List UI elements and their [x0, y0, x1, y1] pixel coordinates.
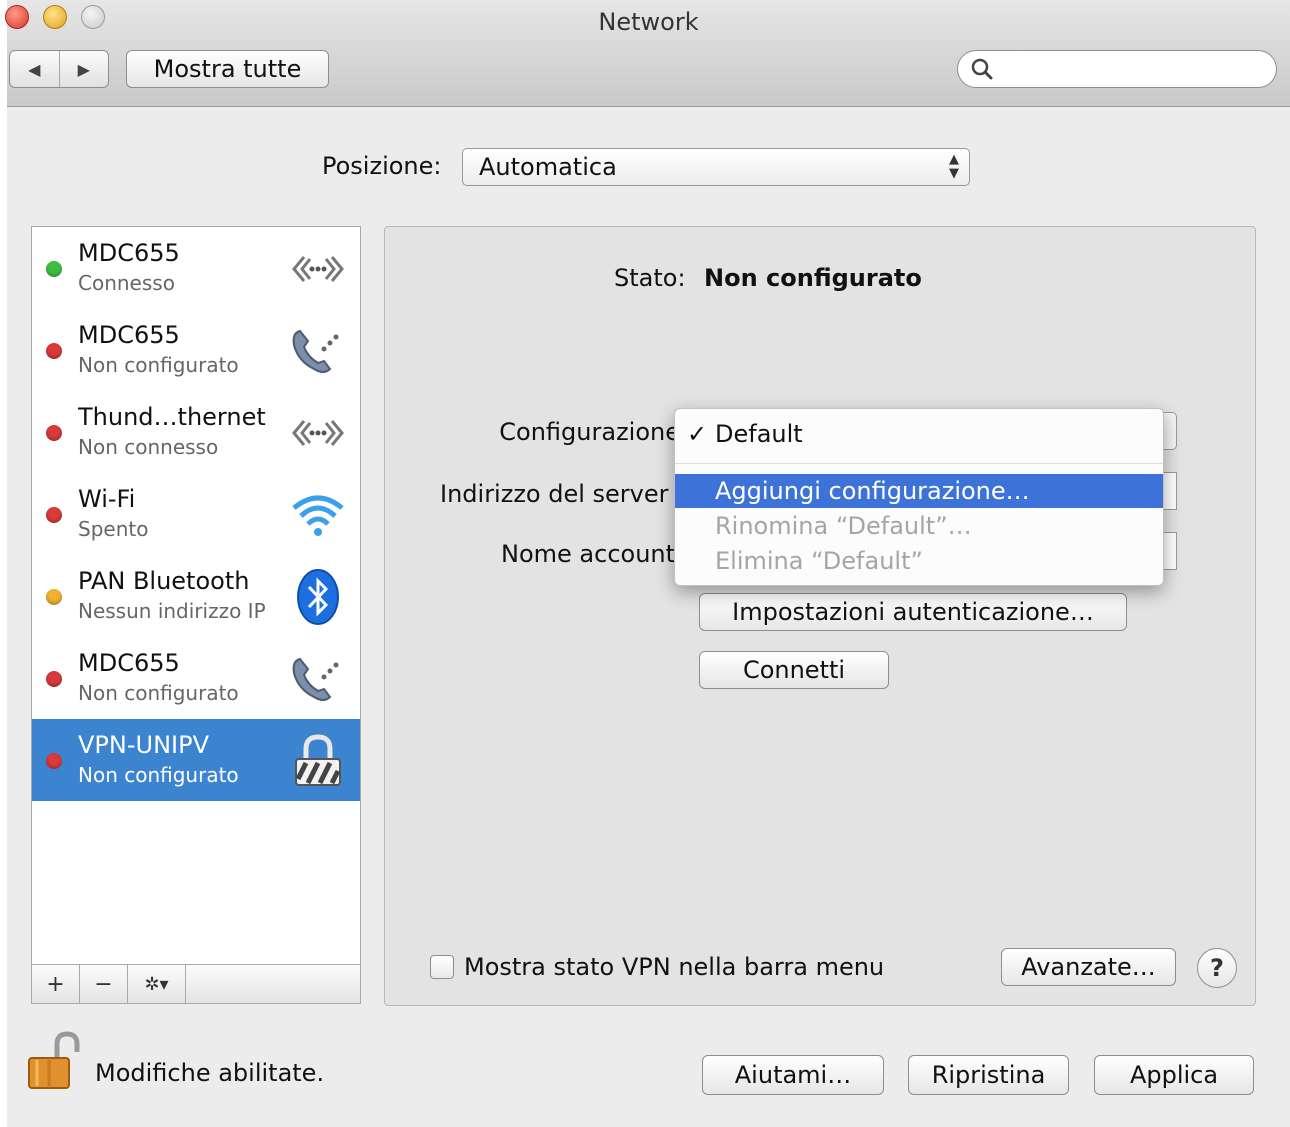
service-name: VPN-UNIPV [78, 731, 209, 759]
service-status: Non configurato [78, 681, 239, 705]
remove-service-button[interactable]: − [80, 965, 128, 1003]
show-all-button[interactable]: Mostra tutte [126, 50, 329, 88]
service-name: PAN Bluetooth [78, 567, 250, 595]
authentication-settings-button[interactable]: Impostazioni autenticazione… [699, 593, 1127, 631]
service-list: MDC655 Connesso MDC655 Non configurato T… [31, 226, 361, 1004]
service-name: MDC655 [78, 321, 180, 349]
status-dot [46, 507, 62, 523]
wifi-icon [290, 487, 346, 543]
gear-menu-button[interactable]: ✲▾ [128, 965, 186, 1003]
service-item-selected[interactable]: VPN-UNIPV Non configurato [32, 719, 360, 801]
revert-button[interactable]: Ripristina [908, 1055, 1069, 1095]
service-item[interactable]: MDC655 Connesso [32, 227, 360, 309]
advanced-button[interactable]: Avanzate… [1001, 948, 1176, 986]
menu-item-delete-configuration: Elimina “Default” [715, 547, 923, 575]
service-name: Thund…thernet [78, 403, 266, 431]
location-label: Posizione: [322, 152, 442, 180]
service-status: Non configurato [78, 353, 239, 377]
service-item[interactable]: Thund…thernet Non connesso [32, 391, 360, 473]
status-value: Non configurato [704, 264, 922, 292]
configuration-dropdown-menu: ✓ Default Aggiungi configurazione… Rinom… [674, 408, 1164, 586]
back-button[interactable]: ◀ [10, 51, 60, 87]
ethernet-icon [290, 241, 346, 297]
title-bar: Network ◀ ▶ Mostra tutte [5, 0, 1290, 107]
status-dot [46, 753, 62, 769]
vpn-lock-icon [290, 733, 346, 789]
service-name: MDC655 [78, 649, 180, 677]
menu-item-add-configuration[interactable]: Aggiungi configurazione… [675, 474, 1163, 508]
service-status: Spento [78, 517, 149, 541]
lock-status-label: Modifiche abilitate. [95, 1059, 325, 1087]
account-name-label: Nome account [501, 540, 674, 568]
service-status: Connesso [78, 271, 175, 295]
window-title: Network [598, 8, 699, 36]
service-item[interactable]: MDC655 Non configurato [32, 309, 360, 391]
popup-arrows-icon: ▲ ▼ [949, 152, 959, 181]
service-name: MDC655 [78, 239, 180, 267]
help-button[interactable]: ? [1197, 948, 1237, 988]
server-address-label: Indirizzo del server [440, 480, 669, 508]
status-dot [46, 589, 62, 605]
location-popup[interactable]: Automatica ▲ ▼ [462, 148, 970, 186]
search-field[interactable] [957, 50, 1277, 88]
modem-phone-icon [290, 323, 346, 379]
connect-button[interactable]: Connetti [699, 651, 889, 689]
checkmark-icon: ✓ [687, 420, 708, 448]
assist-me-button[interactable]: Aiutami… [702, 1055, 884, 1095]
service-item[interactable]: PAN Bluetooth Nessun indirizzo IP [32, 555, 360, 637]
menu-separator [675, 463, 1163, 464]
forward-button[interactable]: ▶ [60, 51, 109, 87]
service-list-toolbar: + − ✲▾ [32, 964, 360, 1003]
status-dot [46, 671, 62, 687]
service-status: Non connesso [78, 435, 219, 459]
status-dot [46, 261, 62, 277]
status-label: Stato: [614, 264, 686, 292]
apply-button[interactable]: Applica [1094, 1055, 1254, 1095]
service-item[interactable]: MDC655 Non configurato [32, 637, 360, 719]
service-status: Non configurato [78, 763, 239, 787]
menu-item-default[interactable]: ✓ Default [675, 417, 1163, 451]
status-dot [46, 425, 62, 441]
bluetooth-icon [290, 569, 346, 625]
menu-item-label: Default [715, 420, 803, 448]
modem-phone-icon [290, 651, 346, 707]
search-icon [971, 58, 993, 80]
back-forward-control: ◀ ▶ [9, 50, 109, 88]
ethernet-icon [290, 405, 346, 461]
lock-icon[interactable] [27, 1030, 81, 1090]
show-vpn-status-checkbox[interactable] [430, 955, 454, 979]
service-status: Nessun indirizzo IP [78, 599, 266, 623]
menu-item-rename-configuration: Rinomina “Default”… [715, 512, 972, 540]
service-item[interactable]: Wi-Fi Spento [32, 473, 360, 555]
network-preferences-window: Network ◀ ▶ Mostra tutte Posizione: Auto… [5, 0, 1290, 1127]
status-dot [46, 343, 62, 359]
show-vpn-status-label: Mostra stato VPN nella barra menu [464, 953, 885, 981]
service-name: Wi-Fi [78, 485, 136, 513]
location-value: Automatica [479, 153, 617, 181]
add-service-button[interactable]: + [32, 965, 80, 1003]
configuration-label: Configurazione [499, 418, 680, 446]
